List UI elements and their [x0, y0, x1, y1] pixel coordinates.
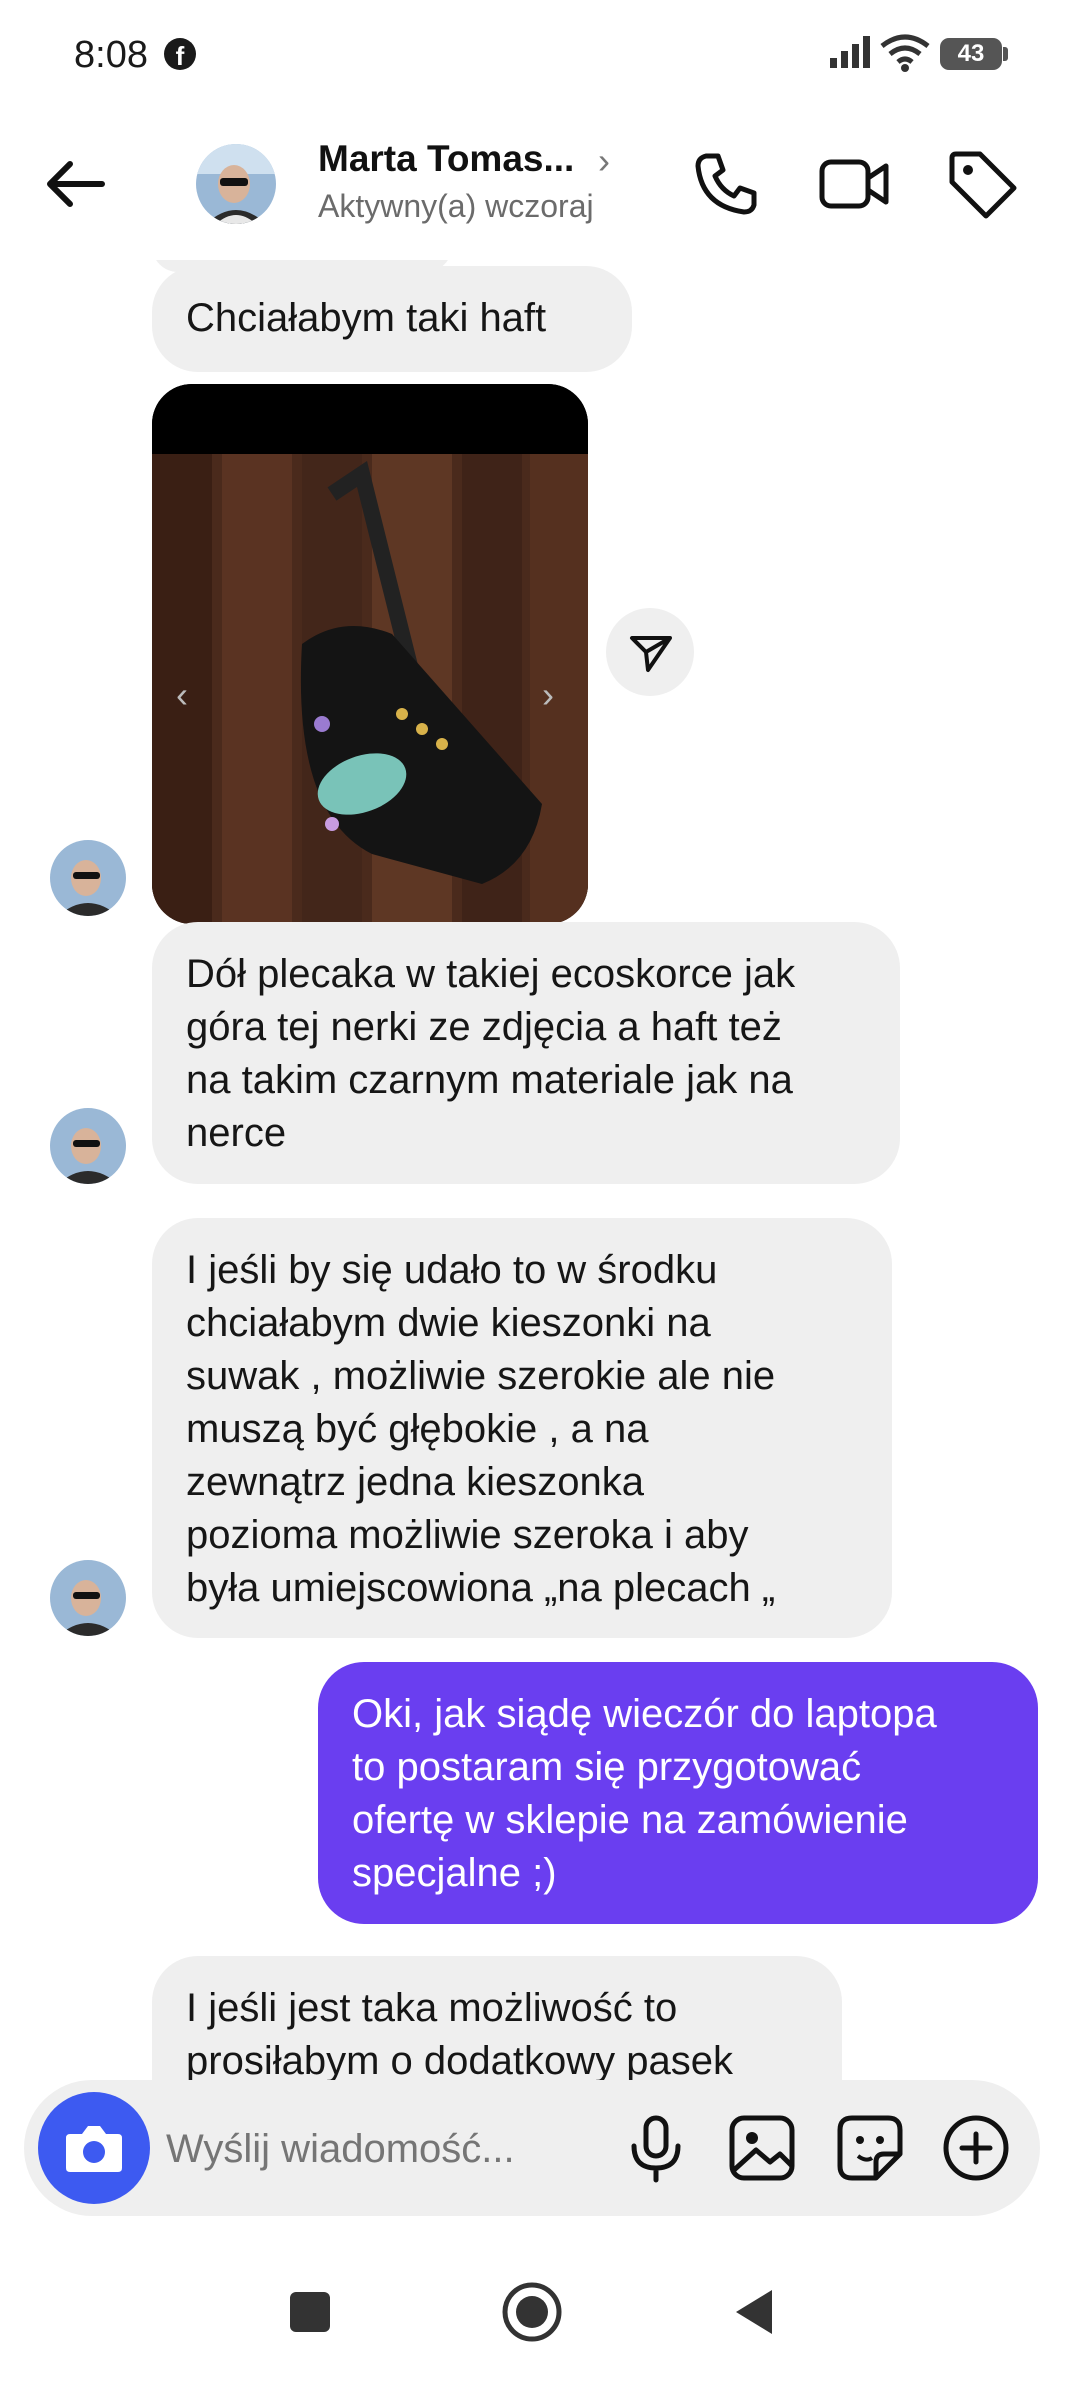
message-line: ofertę w sklepie na zamówienie [352, 1798, 908, 1842]
back-nav-icon[interactable] [724, 2282, 784, 2342]
camera-icon [66, 2126, 122, 2172]
facebook-notification-icon: f [164, 38, 196, 70]
message-line: I jeśli by się udało to w środku [186, 1248, 718, 1292]
image-next-chevron-icon[interactable]: › [542, 674, 554, 716]
message-line: nerce [186, 1111, 287, 1155]
battery-icon: 43 [940, 38, 1002, 70]
camera-button[interactable] [38, 2092, 150, 2204]
message-line: muszą być głębokie , a na [186, 1407, 649, 1451]
message-bubble-incoming[interactable]: I jeśli by się udało to w środku chciała… [152, 1218, 892, 1638]
home-icon[interactable] [498, 2278, 566, 2346]
message-bubble-incoming[interactable]: Dół plecaka w takiej ecoskorce jak góra … [152, 922, 900, 1184]
message-line: Oki, jak siądę wieczór do laptopa [352, 1692, 937, 1736]
gallery-icon[interactable] [724, 2110, 800, 2186]
message-line: Dół plecaka w takiej ecoskorce jak [186, 952, 796, 996]
battery-tip [1003, 47, 1008, 61]
share-icon [630, 636, 672, 672]
message-line: I jeśli jest taka możliwość to [186, 1986, 678, 2030]
message-line: na takim czarnym materiale jak na [186, 1058, 793, 1102]
message-input[interactable] [164, 2114, 588, 2184]
message-bubble-incoming[interactable]: I jeśli jest taka możliwość to prosiłaby… [152, 1956, 842, 2080]
phone-icon[interactable] [688, 146, 764, 222]
chat-header: Marta Tomas... › Aktywny(a) wczoraj [0, 110, 1080, 260]
sticker-icon[interactable] [832, 2110, 908, 2186]
contact-avatar[interactable] [196, 144, 276, 224]
contact-status: Aktywny(a) wczoraj [318, 188, 594, 224]
message-line: była umiejscowiona „na plecach „ [186, 1566, 776, 1610]
message-composer [24, 2080, 1040, 2216]
message-bubble-incoming[interactable]: Chciałabym taki haft [152, 266, 632, 372]
sender-avatar[interactable] [50, 1560, 126, 1636]
image-prev-chevron-icon[interactable]: ‹ [176, 674, 188, 716]
wifi-icon [880, 34, 930, 72]
chevron-right-icon[interactable]: › [598, 140, 610, 182]
signal-icon [830, 36, 870, 68]
plus-icon[interactable] [938, 2110, 1014, 2186]
message-image[interactable]: ‹ › [152, 384, 588, 924]
microphone-icon[interactable] [618, 2110, 694, 2186]
sender-avatar[interactable] [50, 1108, 126, 1184]
message-line: suwak , możliwie szerokie ale nie [186, 1354, 776, 1398]
status-bar: 8:08 f 43 [0, 0, 1080, 110]
back-arrow-icon[interactable] [40, 148, 112, 220]
recent-apps-icon[interactable] [280, 2282, 340, 2342]
system-navigation-bar [0, 2230, 1080, 2400]
contact-name[interactable]: Marta Tomas... [318, 138, 574, 180]
message-line: to postaram się przygotować [352, 1745, 862, 1789]
message-line: specjalne ;) [352, 1851, 557, 1895]
tag-icon[interactable] [944, 146, 1020, 222]
message-list[interactable]: Chciałabym taki haft ‹ › Dół plecaka w t… [0, 260, 1080, 2080]
message-line: chciałabym dwie kieszonki na [186, 1301, 711, 1345]
share-button[interactable] [606, 608, 694, 696]
message-line: góra tej nerki ze zdjęcia a haft też [186, 1005, 782, 1049]
message-bubble-outgoing[interactable]: Oki, jak siądę wieczór do laptopa to pos… [318, 1662, 1038, 1924]
message-text: Chciałabym taki haft [186, 296, 547, 340]
status-time: 8:08 [74, 34, 148, 76]
video-camera-icon[interactable] [816, 146, 892, 222]
sender-avatar[interactable] [50, 840, 126, 916]
message-line: prosiłabym o dodatkowy pasek [186, 2039, 733, 2080]
message-line: zewnątrz jedna kieszonka [186, 1460, 645, 1504]
message-line: pozioma możliwie szeroka i aby [186, 1513, 749, 1557]
